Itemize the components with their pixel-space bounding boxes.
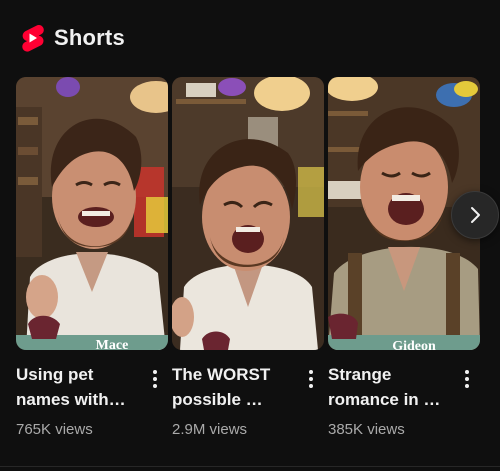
svg-text:Gideon: Gideon: [392, 339, 436, 350]
short-thumbnail[interactable]: Mace: [16, 77, 168, 350]
short-title[interactable]: The WORST possible …: [172, 362, 294, 412]
view-count: 2.9M views: [172, 421, 248, 438]
divider: [0, 466, 500, 467]
shorts-header: Shorts: [20, 22, 125, 54]
short-thumbnail[interactable]: [172, 77, 324, 350]
more-vertical-icon[interactable]: [148, 368, 162, 390]
short-card[interactable]: The WORST possible … 2.9M views: [172, 77, 324, 438]
short-title[interactable]: Using pet names with…: [16, 362, 138, 412]
short-card[interactable]: Gideon Strange romance in … 385K views: [328, 77, 480, 438]
view-count: 765K views: [16, 421, 93, 438]
short-title[interactable]: Strange romance in …: [328, 362, 450, 412]
thumbnail-image: Mace: [16, 77, 168, 350]
more-vertical-icon[interactable]: [304, 368, 318, 390]
section-title[interactable]: Shorts: [54, 25, 125, 51]
svg-text:Mace: Mace: [96, 338, 129, 350]
next-button[interactable]: [451, 191, 499, 239]
more-vertical-icon[interactable]: [460, 368, 474, 390]
shorts-shelf: Mace Using pet names with… 765K views Th…: [16, 77, 500, 457]
view-count: 385K views: [328, 421, 405, 438]
short-card[interactable]: Mace Using pet names with… 765K views: [16, 77, 168, 438]
youtube-shorts-icon: [22, 25, 44, 52]
chevron-right-icon: [471, 207, 480, 223]
thumbnail-image: [172, 77, 324, 350]
